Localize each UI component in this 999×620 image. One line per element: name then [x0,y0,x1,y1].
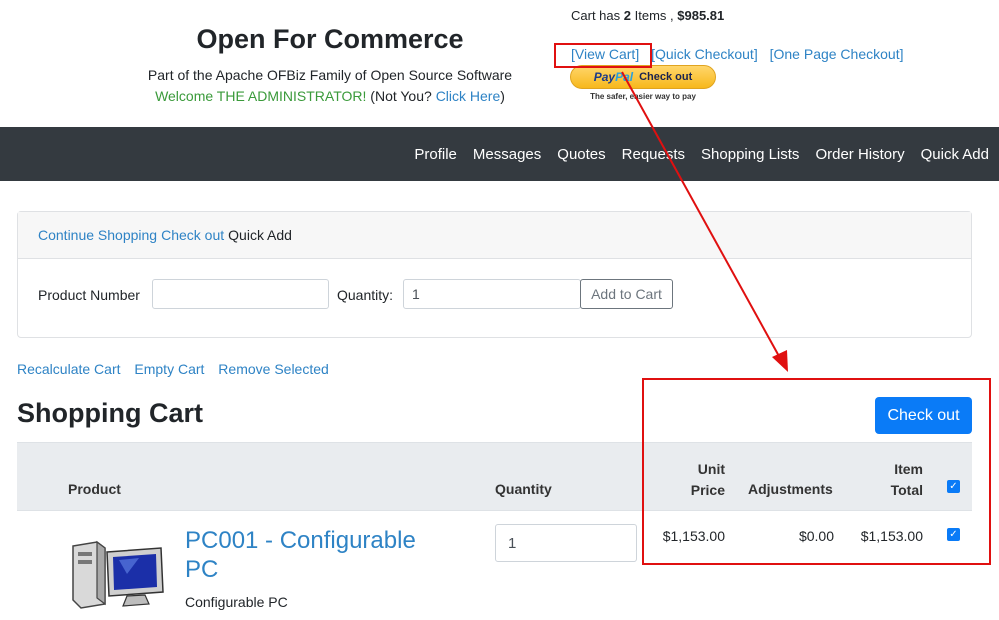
main-navbar: Profile Messages Quotes Requests Shoppin… [0,127,999,181]
product-name-link[interactable]: PC001 - Configurable PC [185,526,445,584]
add-to-cart-button[interactable]: Add to Cart [580,279,673,309]
continue-shopping-link[interactable]: Continue Shopping [38,227,157,243]
desktop-computer-icon [72,540,164,609]
product-number-input[interactable] [152,279,329,309]
paypal-check-out-label: Check out [639,71,693,83]
cart-summary-items: Items , [634,8,674,23]
welcome-text: Welcome THE ADMINISTRATOR! [155,88,367,104]
quick-add-card: Continue Shopping Check out Quick Add Prod… [17,211,972,338]
adjustments: $0.00 [798,528,834,544]
shopping-cart-title: Shopping Cart [17,398,203,428]
paypal-checkout-button[interactable]: PayPal Check out [570,65,716,89]
paypal-logo: PayPal [593,70,634,84]
site-title: Open For Commerce [196,24,464,54]
site-subtitle: Part of the Apache OFBiz Family of Open … [147,67,513,83]
close-paren: ) [500,88,505,104]
welcome-line: Welcome THE ADMINISTRATOR! (Not You? Cli… [135,88,525,104]
quick-add-title: Quick Add [228,227,292,243]
check-out-button[interactable]: Check out [875,397,972,434]
nav-quotes[interactable]: Quotes [557,146,605,163]
quick-add-quantity-input[interactable] [403,279,581,309]
table-row: PC001 - Configurable PC Configurable PC … [17,512,972,620]
cart-summary-prefix: Cart has [571,8,621,23]
cart-summary-total: $985.81 [677,8,725,23]
cart-table-header: Product Quantity Unit Price Adjustments … [17,442,972,511]
cart-summary: Cart has 2 Items , $985.81 [571,8,724,23]
view-cart-link[interactable]: [View Cart] [571,46,639,62]
select-all-checkbox[interactable]: ✓ [947,480,960,493]
site-header: Open For Commerce Part of the Apache OFB… [0,0,999,127]
product-description: Configurable PC [185,594,288,610]
unit-price: $1,153.00 [662,528,725,544]
nav-requests[interactable]: Requests [622,146,685,163]
cart-links: [View Cart] [Quick Checkout] [One Page C… [571,46,911,62]
nav-shopping-lists[interactable]: Shopping Lists [701,146,799,163]
nav-messages[interactable]: Messages [473,146,541,163]
click-here-link[interactable]: Click Here [436,88,501,104]
item-select-checkbox[interactable]: ✓ [947,528,960,541]
column-product: Product [68,481,121,497]
cart-item-count: 2 [623,8,631,23]
checkmark-icon: ✓ [949,481,958,492]
recalculate-cart-link[interactable]: Recalculate Cart [17,361,121,377]
checkmark-icon: ✓ [949,529,958,540]
quick-add-form: Product Number Quantity: Add to Cart [18,259,971,339]
column-quantity: Quantity [495,481,552,497]
quick-checkout-link[interactable]: [Quick Checkout] [651,46,758,62]
column-adjustments: Adjustments [748,481,833,497]
column-item-total-line1: Item [894,461,923,477]
column-item-total-line2: Total [890,482,923,498]
check-out-link[interactable]: Check out [161,227,224,243]
empty-cart-link[interactable]: Empty Cart [134,361,204,377]
paypal-tagline: The safer, easier way to pay [590,92,696,101]
quantity-label: Quantity: [337,287,394,303]
one-page-checkout-link[interactable]: [One Page Checkout] [770,46,904,62]
nav-quick-add[interactable]: Quick Add [921,146,989,163]
item-quantity-input[interactable] [495,524,637,562]
remove-selected-link[interactable]: Remove Selected [218,361,329,377]
nav-order-history[interactable]: Order History [815,146,904,163]
column-unit-price-line1: Unit [697,461,725,477]
quick-add-header: Continue Shopping Check out Quick Add [18,212,971,259]
not-you-text: (Not You? [370,88,432,104]
nav-profile[interactable]: Profile [414,146,457,163]
item-total: $1,153.00 [860,528,923,544]
product-number-label: Product Number [38,287,140,303]
column-unit-price: Unit Price [653,459,725,501]
cart-actions: Recalculate Cart Empty Cart Remove Selec… [17,361,339,377]
column-item-total: Item Total [869,459,923,501]
column-unit-price-line2: Price [690,482,725,498]
